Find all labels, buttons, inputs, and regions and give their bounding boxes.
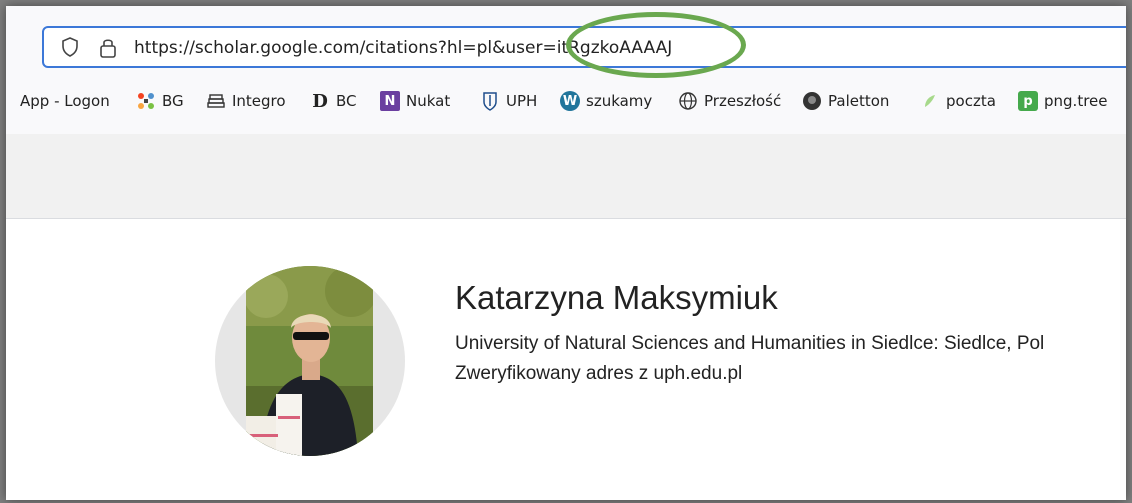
paletton-icon — [802, 91, 822, 111]
bookmark-label: poczta — [946, 92, 996, 110]
bookmark-label: png.tree — [1044, 92, 1108, 110]
url-highlight-ring — [566, 12, 746, 78]
shield-icon[interactable] — [60, 37, 80, 57]
wordpress-icon: W — [560, 91, 580, 111]
d-logo-icon: D — [312, 90, 328, 112]
profile-section: Katarzyna Maksymiuk University of Natura… — [6, 219, 1126, 500]
uph-crest-icon — [480, 91, 500, 111]
globe-icon — [678, 91, 698, 111]
bookmark-paletton[interactable]: Paletton — [802, 88, 889, 114]
lock-icon[interactable] — [98, 36, 118, 58]
bookmark-label: szukamy — [586, 92, 653, 110]
bookmark-label: Przeszłość — [704, 92, 782, 110]
leaf-icon — [920, 91, 940, 111]
bookmark-bc[interactable]: D BC — [310, 88, 357, 114]
avatar[interactable] — [215, 266, 405, 456]
profile-affiliation: University of Natural Sciences and Human… — [455, 333, 1045, 354]
bookmark-label: BC — [336, 92, 357, 110]
bookmark-png-tree[interactable]: p png.tree — [1018, 88, 1108, 114]
bookmark-uph[interactable]: UPH — [480, 88, 537, 114]
scholar-header-bar — [6, 134, 1126, 219]
verified-email: Zweryfikowany adres z uph.edu.pl — [455, 363, 743, 384]
nukat-icon: N — [380, 91, 400, 111]
bookmark-label: UPH — [506, 92, 538, 110]
bookmark-poczta[interactable]: poczta — [920, 88, 996, 114]
bookmarks-bar: App - Logon BG Integro D BC N Nukat UPH … — [6, 88, 1126, 114]
bookmark-label: Nukat — [406, 92, 451, 110]
bookmark-integro[interactable]: Integro — [206, 88, 286, 114]
bookmark-label: Paletton — [828, 92, 890, 110]
bookmark-label: App - Logon — [20, 92, 110, 110]
bookmark-label: BG — [162, 92, 184, 110]
bookmark-app-logon[interactable]: App - Logon — [20, 88, 110, 114]
joomla-icon — [136, 91, 156, 111]
bookmark-label: Integro — [232, 92, 286, 110]
browser-toolbar: https://scholar.google.com/citations?hl=… — [6, 6, 1126, 134]
browser-window: https://scholar.google.com/citations?hl=… — [6, 6, 1126, 500]
profile-name: Katarzyna Maksymiuk — [455, 279, 778, 316]
books-icon — [206, 91, 226, 111]
bookmark-bg[interactable]: BG — [136, 88, 184, 114]
pngtree-icon: p — [1018, 91, 1038, 111]
bookmark-przeszlosc[interactable]: Przeszłość — [678, 88, 781, 114]
bookmark-szukamy[interactable]: W szukamy — [560, 88, 652, 114]
bookmark-nukat[interactable]: N Nukat — [380, 88, 450, 114]
profile-photo — [246, 266, 373, 456]
